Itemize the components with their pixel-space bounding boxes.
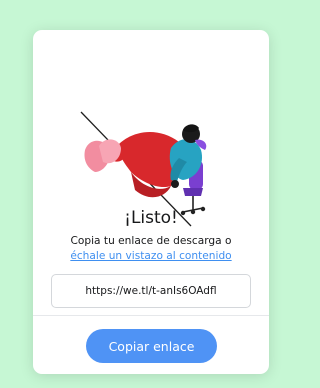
- preview-content-link[interactable]: échale un vistazo al contenido: [33, 249, 269, 264]
- dialog-title: ¡Listo!: [124, 208, 178, 228]
- subtitle-text: Copia tu enlace de descarga o: [70, 235, 232, 247]
- divider: [33, 315, 269, 316]
- download-ready-dialog: ¡Listo! Copia tu enlace de descarga o éc…: [33, 30, 269, 374]
- dialog-subtitle: Copia tu enlace de descarga o échale un …: [33, 234, 269, 264]
- copy-link-button[interactable]: Copiar enlace: [86, 329, 217, 363]
- download-url-field[interactable]: [51, 274, 251, 308]
